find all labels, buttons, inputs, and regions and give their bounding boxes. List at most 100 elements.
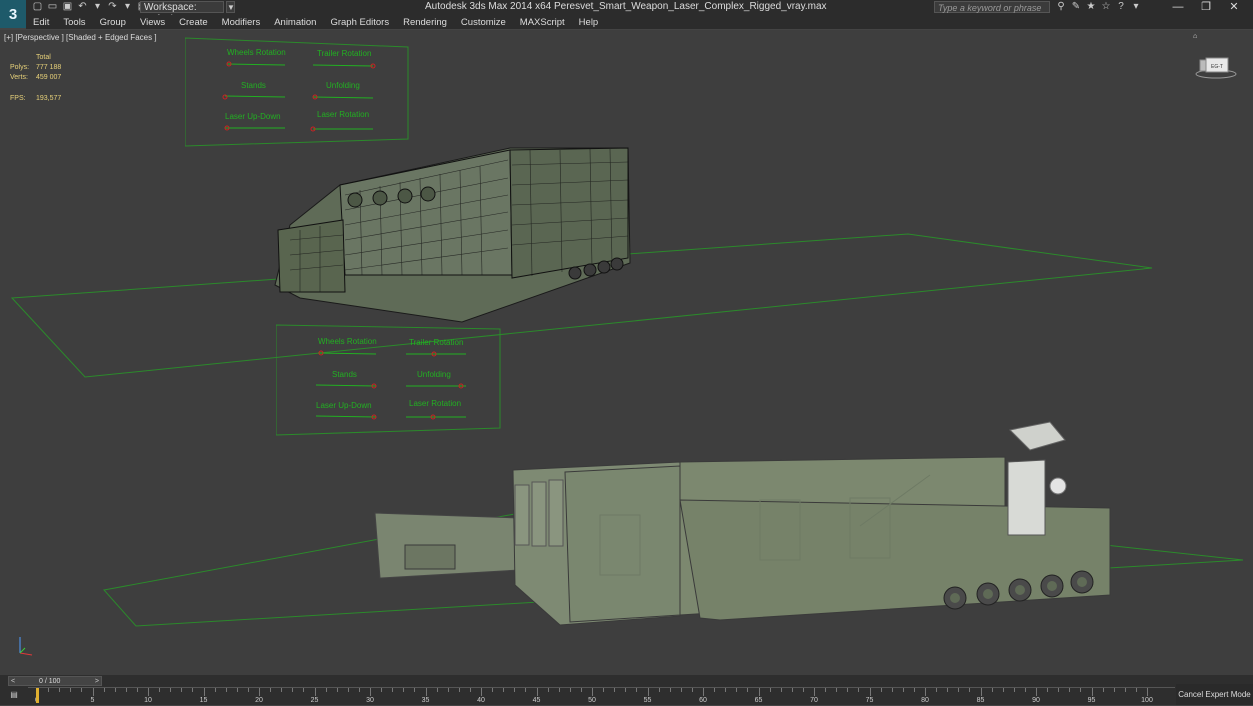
textured-vehicle[interactable] (374, 421, 1111, 626)
menu-customize[interactable]: Customize (454, 15, 513, 29)
ruler-tick (958, 688, 960, 692)
ruler-tick (980, 688, 982, 696)
ruler-tick (725, 688, 727, 692)
star-icon[interactable]: ☆ (1100, 1, 1112, 13)
help-icon[interactable]: ? (1115, 1, 1127, 13)
restore-icon[interactable]: ❐ (1194, 0, 1218, 14)
ruler-tick (714, 688, 716, 692)
ruler-tick-label: 85 (976, 697, 985, 704)
save-file-icon[interactable]: ▣ (61, 1, 74, 13)
ruler-tick (736, 688, 738, 692)
app-logo[interactable]: 3 (0, 0, 26, 28)
undo-icon[interactable]: ↶ (76, 1, 89, 13)
ruler-tick-label: 60 (699, 697, 707, 704)
ruler-tick (481, 688, 482, 696)
favorites-icon[interactable]: ★ (1085, 1, 1097, 13)
ruler-tick (59, 688, 61, 692)
workspace-dropdown[interactable]: Workspace: Default (140, 1, 224, 25)
menu-graph-editors[interactable]: Graph Editors (323, 15, 396, 29)
ruler-tick (92, 688, 94, 696)
ruler-tick-label: 15 (199, 697, 208, 704)
menu-create[interactable]: Create (172, 15, 215, 29)
menu-group[interactable]: Group (93, 15, 133, 29)
ruler-tick (558, 688, 560, 692)
ruler-tick-label: 55 (643, 697, 652, 704)
ruler-tick (236, 688, 238, 692)
binoculars-icon[interactable]: ⚲ (1055, 1, 1067, 13)
menu-tools[interactable]: Tools (56, 15, 92, 29)
menu-modifiers[interactable]: Modifiers (215, 15, 268, 29)
ruler-tick (847, 688, 849, 692)
rig-panel-upper: Wheels Rotation Trailer Rotation Stands … (185, 37, 409, 147)
ruler-tick (1047, 688, 1049, 692)
ruler-tick (669, 688, 671, 692)
undo-dropdown-icon[interactable]: ▾ (91, 1, 104, 13)
ruler-tick-label: 95 (1087, 697, 1096, 704)
track-bar-ruler[interactable]: 0510152025303540455055606570758085909510… (28, 687, 1175, 706)
ruler-tick (691, 688, 693, 692)
rig-sliders[interactable] (276, 324, 501, 436)
ruler-tick (747, 688, 749, 692)
menu-views[interactable]: Views (133, 15, 172, 29)
ruler-tick (647, 688, 649, 696)
ruler-tick (536, 688, 538, 696)
ruler-tick-label: 40 (477, 697, 485, 704)
time-slider[interactable]: < 0 / 100 > (8, 676, 102, 686)
menu-edit[interactable]: Edit (26, 15, 56, 29)
ruler-tick (303, 688, 305, 692)
close-icon[interactable]: ✕ (1222, 0, 1246, 14)
ruler-tick-label: 30 (366, 697, 374, 704)
next-frame-icon[interactable]: > (95, 677, 99, 686)
menu-bar: Edit Tools Group Views Create Modifiers … (26, 15, 1253, 29)
ruler-tick (458, 688, 460, 692)
ruler-tick (1024, 688, 1026, 692)
redo-icon[interactable]: ↷ (106, 1, 119, 13)
ruler-tick (625, 688, 627, 692)
ruler-tick-label: 20 (255, 697, 263, 704)
ruler-tick-label: 80 (921, 697, 929, 704)
ruler-tick (913, 688, 915, 692)
subscription-icon[interactable]: ✎ (1070, 1, 1082, 13)
ruler-tick (969, 688, 971, 692)
ruler-tick (259, 688, 260, 696)
ruler-tick (880, 688, 882, 692)
ruler-tick (636, 688, 638, 692)
ruler-tick (1080, 688, 1082, 692)
infocenter-toolbar: ⚲ ✎ ★ ☆ ? ▾ (1055, 1, 1142, 13)
menu-help[interactable]: Help (572, 15, 606, 29)
prev-frame-icon[interactable]: < (11, 677, 15, 686)
ruler-tick (1069, 688, 1071, 692)
ruler-tick (170, 688, 172, 692)
open-file-icon[interactable]: ▭ (46, 1, 59, 13)
ruler-tick (925, 688, 926, 696)
ruler-tick (336, 688, 338, 692)
ruler-tick (192, 688, 194, 692)
menu-animation[interactable]: Animation (267, 15, 323, 29)
menu-rendering[interactable]: Rendering (396, 15, 454, 29)
rig-sliders[interactable] (185, 37, 409, 147)
new-file-icon[interactable]: ▢ (31, 1, 44, 13)
chevron-down-icon[interactable]: ▼ (226, 1, 235, 13)
ruler-tick (414, 688, 416, 692)
ruler-tick (525, 688, 527, 692)
ruler-tick-label: 25 (310, 697, 319, 704)
ruler-tick-label: 70 (810, 697, 818, 704)
ruler-tick (858, 688, 860, 692)
perspective-viewport[interactable]: [+] [Perspective ] [Shaded + Edged Faces… (0, 30, 1253, 675)
redo-dropdown-icon[interactable]: ▾ (121, 1, 134, 13)
time-marker[interactable] (36, 688, 39, 703)
ruler-tick-label: 5 (90, 697, 95, 704)
wireframe-vehicle[interactable] (274, 147, 631, 323)
ruler-tick (758, 688, 760, 696)
ruler-tick (780, 688, 782, 692)
menu-maxscript[interactable]: MAXScript (513, 15, 572, 29)
timeline-area: < 0 / 100 > ▤ 05101520253035404550556065… (0, 675, 1253, 705)
curve-editor-icon[interactable]: ▤ (8, 690, 20, 700)
cancel-expert-mode-button[interactable]: Cancel Expert Mode (1176, 684, 1253, 705)
ruler-tick (148, 688, 149, 696)
ruler-tick (1002, 688, 1004, 692)
help-dropdown-icon[interactable]: ▾ (1130, 1, 1142, 13)
ruler-tick (802, 688, 804, 692)
minimize-icon[interactable]: — (1166, 0, 1190, 14)
search-input[interactable]: Type a keyword or phrase (934, 1, 1050, 13)
